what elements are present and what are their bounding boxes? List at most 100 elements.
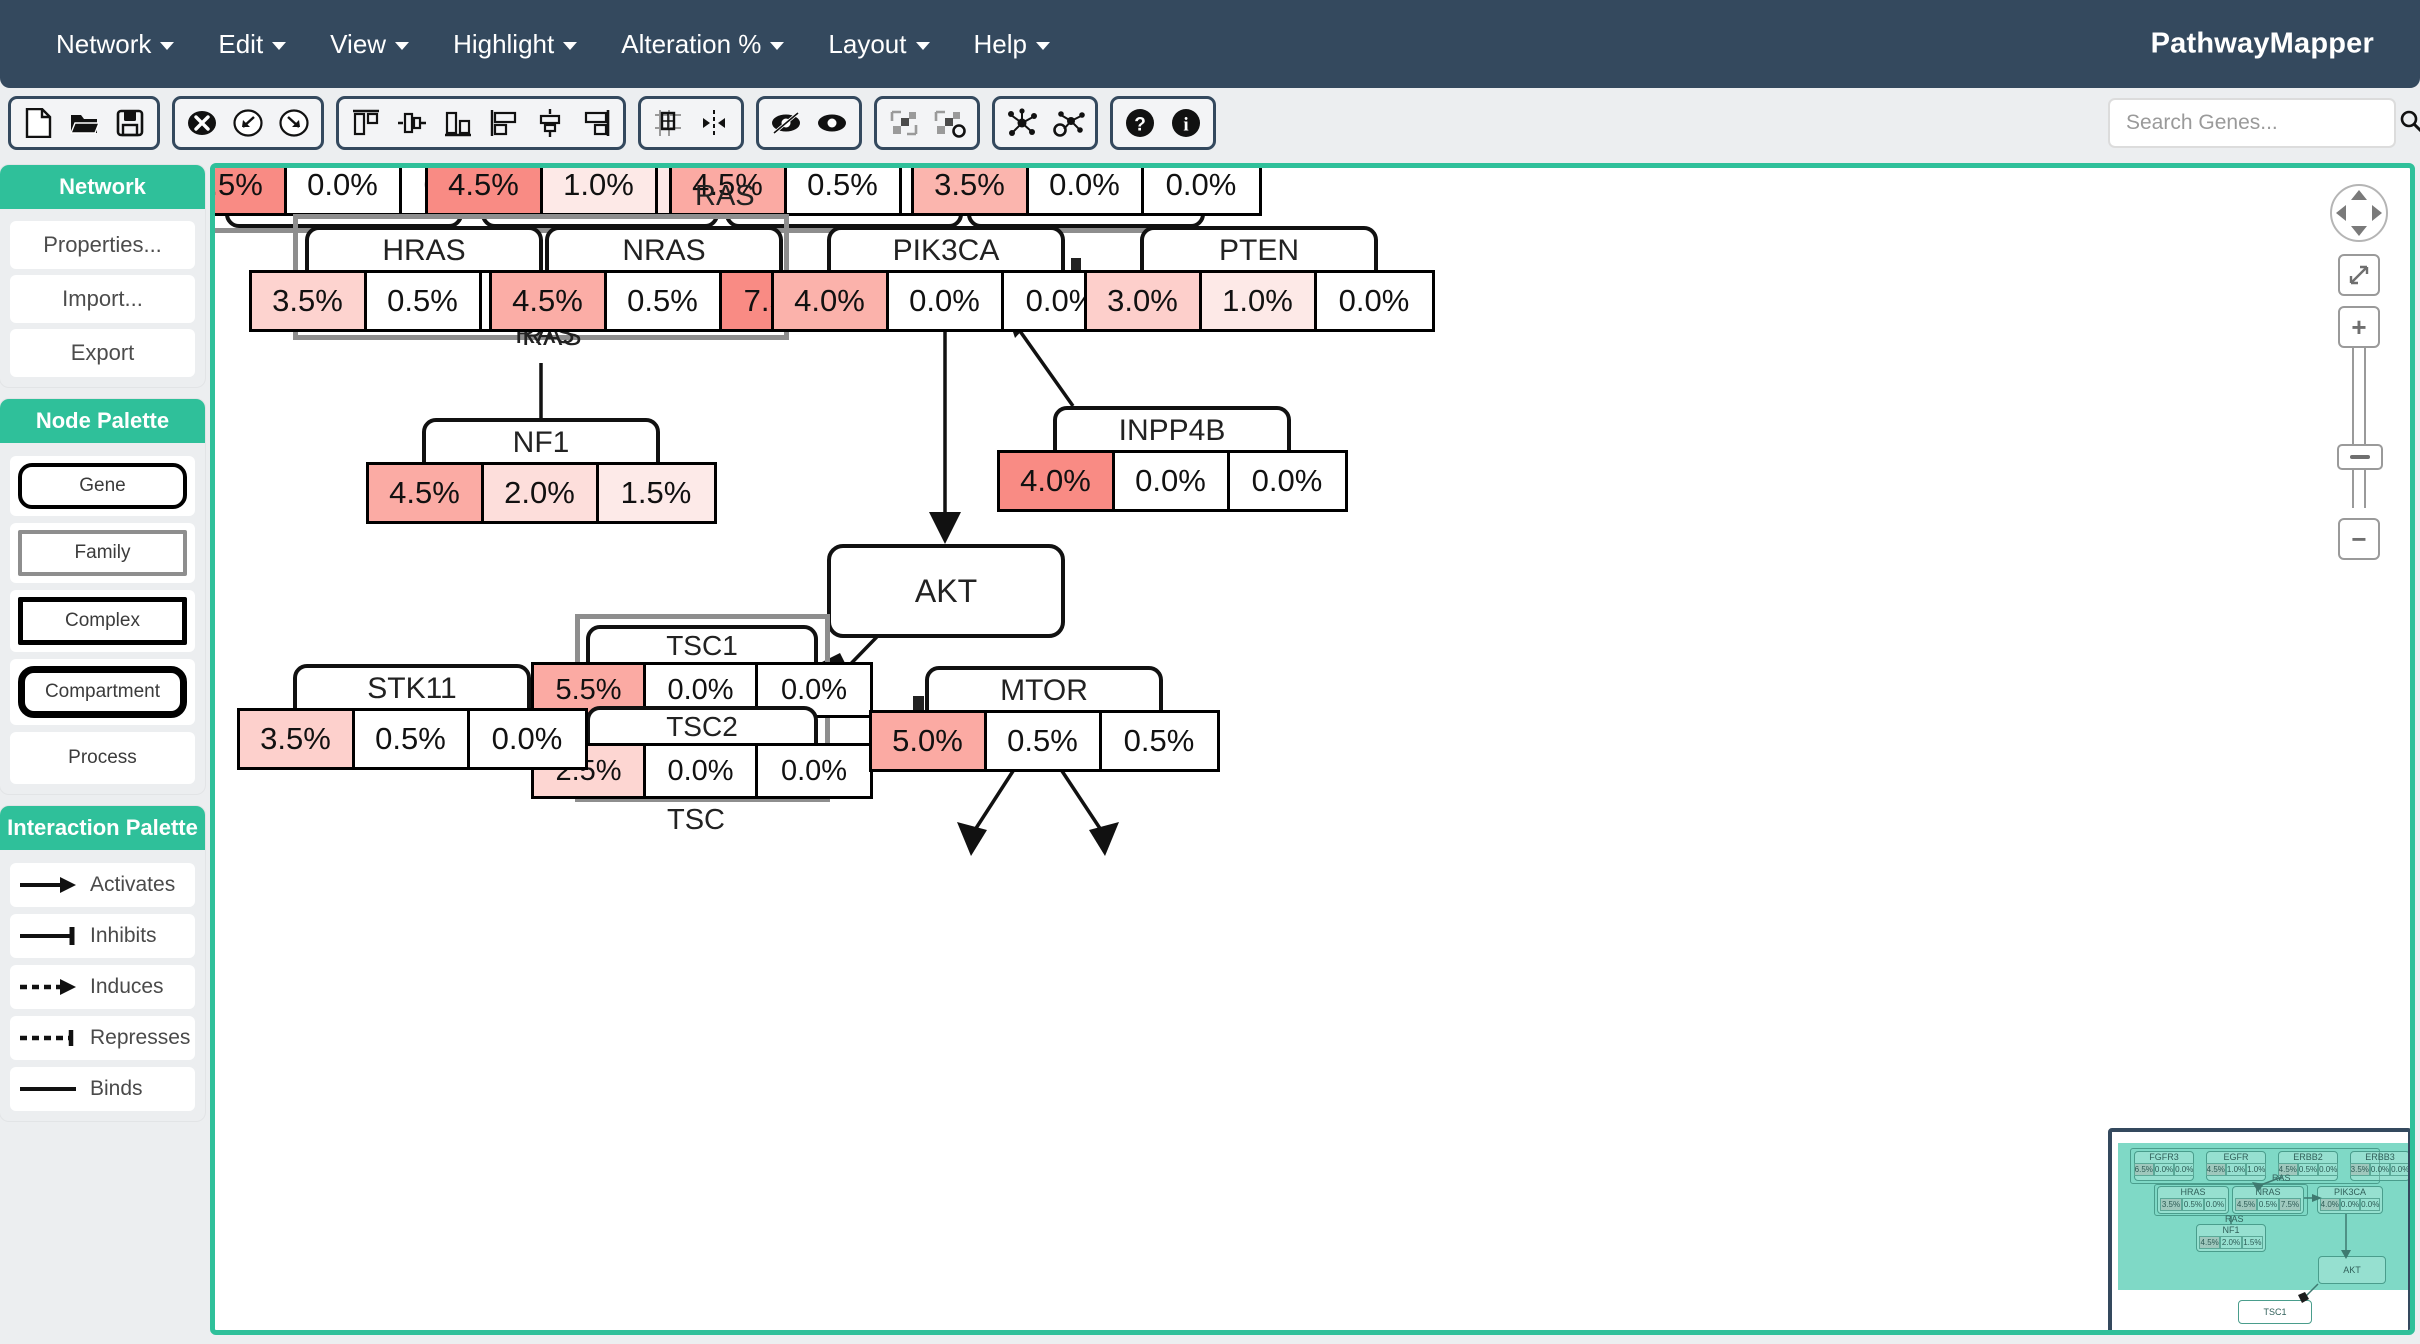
- minimap-cell: 0.0%: [2360, 1198, 2380, 1211]
- alteration-cell: 4.0%: [1000, 453, 1115, 509]
- minimap-cell: 0.0%: [2318, 1163, 2338, 1176]
- hide-eye-icon[interactable]: [763, 101, 809, 145]
- interaction-palette-item-represses[interactable]: Represses: [10, 1016, 195, 1060]
- interaction-palette-item-activates[interactable]: Activates: [10, 863, 195, 907]
- search-icon[interactable]: [2399, 109, 2420, 138]
- expand-collapse-icon[interactable]: [881, 101, 927, 145]
- search-box[interactable]: [2108, 98, 2396, 148]
- node-palette-item-complex[interactable]: Complex: [10, 590, 195, 652]
- pathway-graph: FGFR3 6.5% 0.0% 0.0% EGFR 4.5% 1.0% 1.0%…: [215, 168, 2410, 1330]
- gene-node-tsc2[interactable]: TSC2 2.5% 0.0% 0.0%: [586, 706, 818, 796]
- node-palette-item-family[interactable]: Family: [10, 523, 195, 583]
- node-palette-body: Gene Family Complex Compartment Process: [0, 443, 205, 794]
- gene-node-erbb3[interactable]: ERBB3 3.5% 0.0% 0.0%: [967, 163, 1205, 228]
- menu-item-label: View: [330, 29, 386, 60]
- align-left-icon[interactable]: [481, 101, 527, 145]
- node-label: AKT: [915, 573, 977, 610]
- alteration-cell: 4.5%: [369, 465, 484, 521]
- gene-node-pik3ca[interactable]: PIK3CA 4.0% 0.0% 0.0%: [827, 226, 1065, 328]
- network-import-button[interactable]: Import...: [10, 275, 195, 323]
- align-right-icon[interactable]: [573, 101, 619, 145]
- minimap-gene-name: ERBB3: [2351, 1152, 2409, 1163]
- menu-item-list: Network Edit View Highlight Alteration %…: [0, 19, 1072, 70]
- menu-item-layout[interactable]: Layout: [806, 19, 951, 70]
- interaction-palette-title: Interaction Palette: [0, 806, 205, 850]
- gene-node-nras[interactable]: NRAS 4.5% 0.5% 7.5%: [545, 226, 783, 328]
- alteration-cell: 1.0%: [543, 163, 658, 213]
- align-middle-horizontal-icon[interactable]: [389, 101, 435, 145]
- node-palette-item-gene[interactable]: Gene: [10, 456, 195, 516]
- zoom-in-button[interactable]: +: [2338, 306, 2380, 348]
- pathway-canvas[interactable]: FGFR3 6.5% 0.0% 0.0% EGFR 4.5% 1.0% 1.0%…: [210, 163, 2415, 1335]
- menu-item-network[interactable]: Network: [34, 19, 196, 70]
- toolbar-group-file: [8, 96, 160, 150]
- zoom-slider-thumb[interactable]: [2337, 444, 2383, 470]
- minimap-node-label: TSC1: [2263, 1307, 2286, 1318]
- alteration-cell: 3.0%: [1087, 273, 1202, 329]
- minimap-cells: 3.5% 0.5% 0.0%: [2158, 1198, 2228, 1213]
- neighborhood-icon[interactable]: [999, 101, 1045, 145]
- menu-item-highlight[interactable]: Highlight: [431, 19, 599, 70]
- network-properties-button[interactable]: Properties...: [10, 221, 195, 269]
- interaction-palette-item-induces[interactable]: Induces: [10, 965, 195, 1009]
- align-center-vertical-icon[interactable]: [527, 101, 573, 145]
- gene-node-tsc1[interactable]: TSC1 5.5% 0.0% 0.0%: [586, 625, 818, 715]
- gene-name: NF1: [513, 428, 570, 458]
- interaction-palette-item-inhibits[interactable]: Inhibits: [10, 914, 195, 958]
- toolbar: ? i: [0, 88, 2420, 158]
- alteration-cell: 3.5%: [240, 711, 355, 767]
- alteration-cell: 0.0%: [1115, 453, 1230, 509]
- align-top-icon[interactable]: [343, 101, 389, 145]
- menu-item-view[interactable]: View: [308, 19, 431, 70]
- interaction-palette-item-binds[interactable]: Binds: [10, 1067, 195, 1111]
- plain-line-icon: [18, 1078, 80, 1100]
- alteration-cell: 3.5%: [914, 163, 1029, 213]
- minimap-gene-fgfr3: FGFR3 6.5% 0.0% 0.0%: [2134, 1151, 2194, 1181]
- expand-collapse-settings-icon[interactable]: [927, 101, 973, 145]
- minimap-cell: 4.0%: [2320, 1198, 2340, 1211]
- network-panel: Network Properties... Import... Export: [0, 165, 205, 387]
- zoom-out-button[interactable]: −: [2338, 518, 2380, 560]
- gene-node-stk11[interactable]: STK11 3.5% 0.5% 0.0%: [293, 664, 531, 766]
- gene-node-mtor[interactable]: MTOR 5.0% 0.5% 0.5%: [925, 666, 1163, 768]
- redo-icon[interactable]: [271, 101, 317, 145]
- help-question-icon[interactable]: ?: [1117, 101, 1163, 145]
- minimap-label-ras-mid: RAS: [2225, 1214, 2244, 1224]
- menu-item-alteration-percent[interactable]: Alteration %: [599, 19, 806, 70]
- minimap[interactable]: FGFR3 6.5% 0.0% 0.0% EGFR 4.5% 1.0% 1.0%…: [2108, 1128, 2412, 1334]
- gene-name: TSC2: [666, 713, 738, 741]
- delete-circle-icon[interactable]: [179, 101, 225, 145]
- top-menu-bar: Network Edit View Highlight Alteration %…: [0, 0, 2420, 88]
- grid-snap-icon[interactable]: [645, 101, 691, 145]
- minimap-cells: 4.0% 0.0% 0.0%: [2318, 1198, 2382, 1213]
- minimap-cell: 0.5%: [2298, 1163, 2318, 1176]
- gene-node-nf1[interactable]: NF1 4.5% 2.0% 1.5%: [422, 418, 660, 520]
- show-eye-icon[interactable]: [809, 101, 855, 145]
- menu-item-label: Edit: [218, 29, 263, 60]
- gene-node-inpp4b[interactable]: INPP4B 4.0% 0.0% 0.0%: [1053, 406, 1291, 508]
- alignment-guide-icon[interactable]: [691, 101, 737, 145]
- save-disk-icon[interactable]: [107, 101, 153, 145]
- alteration-cell: 0.0%: [287, 163, 402, 213]
- fit-screen-icon[interactable]: [2338, 254, 2380, 296]
- alteration-row: 3.5% 0.0% 0.0%: [911, 163, 1262, 216]
- menu-item-help[interactable]: Help: [952, 19, 1072, 70]
- align-bottom-icon[interactable]: [435, 101, 481, 145]
- menu-item-edit[interactable]: Edit: [196, 19, 308, 70]
- undo-icon[interactable]: [225, 101, 271, 145]
- about-info-icon[interactable]: i: [1163, 101, 1209, 145]
- search-input[interactable]: [2124, 110, 2399, 136]
- pan-compass-icon[interactable]: [2328, 182, 2390, 244]
- node-palette-item-process[interactable]: Process: [10, 732, 195, 784]
- neighborhood-settings-icon[interactable]: [1045, 101, 1091, 145]
- gene-name: STK11: [367, 674, 457, 704]
- minimap-cells: 6.5% 0.0% 0.0%: [2135, 1163, 2193, 1178]
- zoom-thumb-grip: [2350, 455, 2370, 459]
- process-node-akt[interactable]: AKT: [827, 544, 1065, 638]
- open-folder-icon[interactable]: [61, 101, 107, 145]
- network-export-button[interactable]: Export: [10, 329, 195, 377]
- gene-node-pten[interactable]: PTEN 3.0% 1.0% 0.0%: [1140, 226, 1378, 328]
- new-file-icon[interactable]: [15, 101, 61, 145]
- node-palette-item-compartment[interactable]: Compartment: [10, 659, 195, 725]
- zoom-slider-track[interactable]: [2352, 348, 2366, 508]
